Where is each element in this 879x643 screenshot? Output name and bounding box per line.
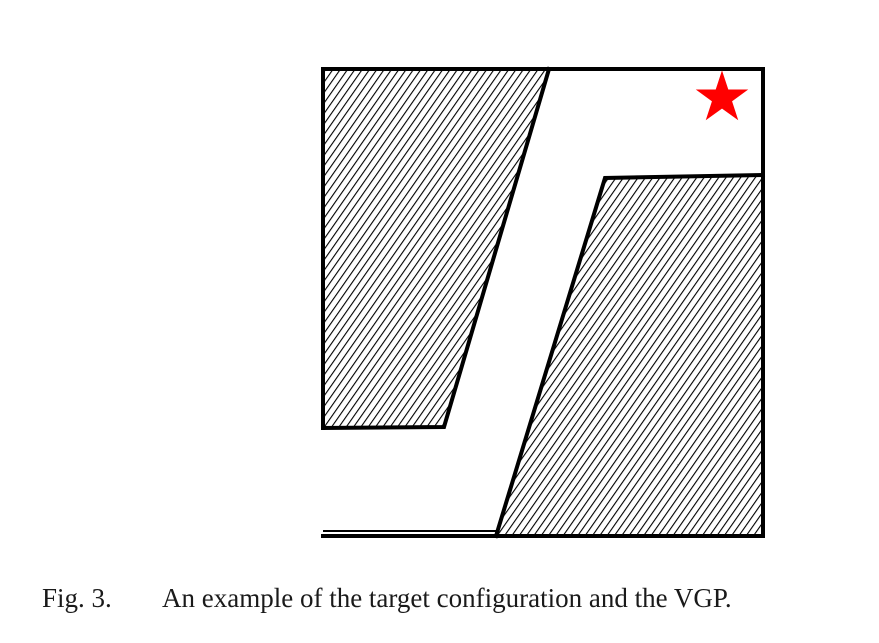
figure-caption: Fig. 3. An example of the target configur… [42, 583, 862, 614]
star-icon [695, 70, 749, 121]
caption-label: Fig. 3. [42, 583, 112, 613]
caption-text: An example of the target configuration a… [162, 583, 732, 613]
figure [320, 66, 766, 539]
obstacle-upper-left [323, 69, 549, 428]
obstacle-lower-right [496, 175, 763, 536]
